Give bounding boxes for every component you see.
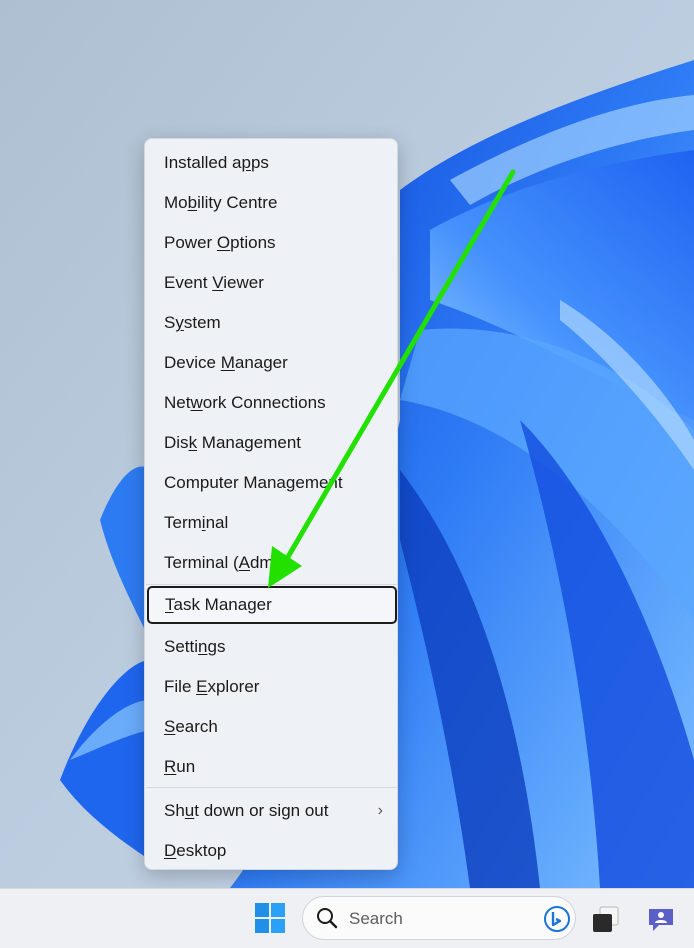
task-view-icon[interactable] bbox=[590, 904, 622, 936]
menu-item-settings[interactable]: Settings bbox=[147, 628, 397, 666]
menu-item-label: Power Options bbox=[164, 233, 276, 252]
taskbar-search-box[interactable]: Search bbox=[302, 896, 576, 940]
menu-item-label: Device Manager bbox=[164, 353, 288, 372]
menu-item-label: Shut down or sign out bbox=[164, 801, 329, 820]
chevron-right-icon: › bbox=[377, 802, 383, 819]
menu-item-label: Settings bbox=[164, 637, 226, 656]
taskbar: Search bbox=[0, 888, 694, 948]
menu-item-system[interactable]: System bbox=[147, 304, 397, 342]
menu-item-terminal[interactable]: Terminal bbox=[147, 504, 397, 542]
menu-item-computer-management[interactable]: Computer Management bbox=[147, 464, 397, 502]
menu-item-shut-down-or-sign-out[interactable]: Shut down or sign out › bbox=[147, 792, 397, 830]
menu-item-event-viewer[interactable]: Event Viewer bbox=[147, 264, 397, 302]
menu-item-network-connections[interactable]: Network Connections bbox=[147, 384, 397, 422]
bing-icon[interactable] bbox=[543, 905, 571, 933]
teams-chat-icon[interactable] bbox=[645, 903, 677, 935]
menu-item-desktop[interactable]: Desktop bbox=[147, 832, 397, 870]
menu-item-power-options[interactable]: Power Options bbox=[147, 224, 397, 262]
winx-context-menu: Installed apps Mobility Centre Power Opt… bbox=[144, 138, 398, 870]
menu-item-label: Terminal bbox=[164, 513, 229, 532]
menu-item-label: Computer Management bbox=[164, 473, 343, 492]
menu-item-label: File Explorer bbox=[164, 677, 260, 696]
menu-item-task-manager[interactable]: Task Manager bbox=[147, 586, 397, 624]
menu-item-label: Search bbox=[164, 717, 218, 736]
menu-item-file-explorer[interactable]: File Explorer bbox=[147, 668, 397, 706]
menu-separator bbox=[146, 787, 398, 788]
menu-item-installed-apps[interactable]: Installed apps bbox=[147, 144, 397, 182]
menu-item-disk-management[interactable]: Disk Management bbox=[147, 424, 397, 462]
menu-separator bbox=[146, 584, 398, 585]
menu-item-label: Event Viewer bbox=[164, 273, 264, 292]
menu-item-label: Run bbox=[164, 757, 196, 776]
search-icon bbox=[317, 908, 338, 929]
search-placeholder: Search bbox=[349, 909, 403, 928]
menu-item-label: Mobility Centre bbox=[164, 193, 278, 212]
menu-item-label: Desktop bbox=[164, 841, 227, 860]
menu-item-label: Network Connections bbox=[164, 393, 326, 412]
menu-item-terminal-admin[interactable]: Terminal (Admin) bbox=[147, 544, 397, 582]
menu-item-label: Installed apps bbox=[164, 153, 269, 172]
menu-item-mobility-centre[interactable]: Mobility Centre bbox=[147, 184, 397, 222]
menu-item-label: Task Manager bbox=[165, 595, 272, 614]
menu-item-run[interactable]: Run bbox=[147, 748, 397, 786]
windows-start-icon[interactable] bbox=[255, 903, 285, 933]
menu-item-label: Terminal (Admin) bbox=[164, 553, 293, 572]
menu-item-label: Disk Management bbox=[164, 433, 302, 452]
menu-item-search[interactable]: Search bbox=[147, 708, 397, 746]
menu-item-device-manager[interactable]: Device Manager bbox=[147, 344, 397, 382]
menu-item-label: System bbox=[164, 313, 221, 332]
